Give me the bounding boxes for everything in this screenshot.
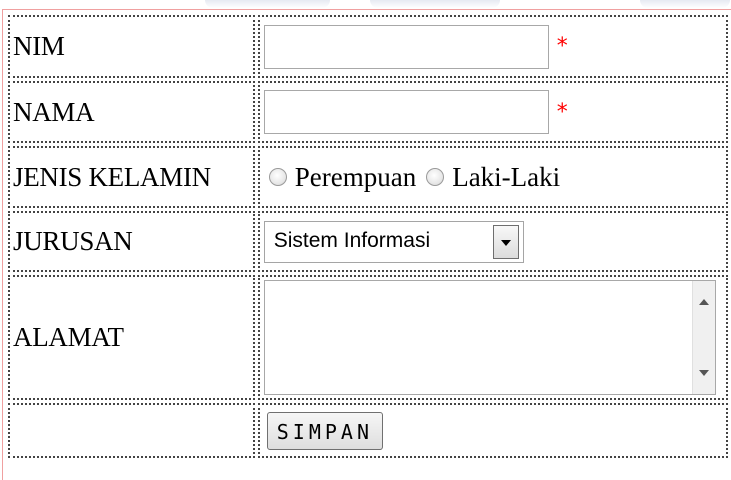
simpan-button[interactable]: SIMPAN xyxy=(266,411,383,450)
nama-label: NAMA xyxy=(8,81,255,143)
decorative-tab-shadow xyxy=(205,0,330,8)
row-jenis-kelamin: JENIS KELAMIN Perempuan Laki-Laki xyxy=(8,146,728,208)
row-alamat: ALAMAT xyxy=(8,275,728,400)
row-nama: NAMA * xyxy=(8,81,728,143)
decorative-tab-shadow xyxy=(370,0,500,8)
submit-cell: SIMPAN xyxy=(257,403,728,458)
jurusan-selected-value: Sistem Informasi xyxy=(273,228,431,252)
jenis-kelamin-cell: Perempuan Laki-Laki xyxy=(257,146,728,208)
jurusan-select[interactable]: Sistem Informasi xyxy=(263,220,524,263)
radio-perempuan[interactable] xyxy=(268,168,287,186)
radio-laki-laki[interactable] xyxy=(426,168,445,186)
nama-cell: * xyxy=(257,81,728,143)
row-submit: SIMPAN xyxy=(8,403,728,458)
alamat-label: ALAMAT xyxy=(8,275,255,400)
radio-laki-laki-label[interactable]: Laki-Laki xyxy=(452,162,560,193)
row-jurusan: JURUSAN Sistem Informasi xyxy=(8,211,728,272)
student-form: NIM * NAMA * JENIS KELAMIN Perempuan Laki… xyxy=(5,12,731,461)
nim-input[interactable] xyxy=(263,24,549,69)
radio-perempuan-label[interactable]: Perempuan xyxy=(295,162,416,193)
jenis-kelamin-label: JENIS KELAMIN xyxy=(8,146,255,208)
alamat-textarea[interactable] xyxy=(263,280,716,395)
decorative-tab-shadow xyxy=(640,0,730,8)
row-nim: NIM * xyxy=(8,15,728,78)
jurusan-label: JURUSAN xyxy=(8,211,255,272)
jurusan-cell: Sistem Informasi xyxy=(257,211,728,272)
nim-cell: * xyxy=(257,15,728,78)
scroll-up-arrow-icon[interactable] xyxy=(698,299,709,305)
nama-input[interactable] xyxy=(263,90,549,134)
scroll-down-arrow-icon[interactable] xyxy=(698,370,709,376)
nim-required-mark: * xyxy=(556,34,568,59)
alamat-cell xyxy=(257,275,728,400)
nama-required-mark: * xyxy=(556,99,568,125)
empty-label-cell xyxy=(8,403,255,458)
dropdown-arrow-icon[interactable] xyxy=(492,224,519,259)
nim-label: NIM xyxy=(8,15,255,78)
textarea-scrollbar[interactable] xyxy=(691,281,715,394)
